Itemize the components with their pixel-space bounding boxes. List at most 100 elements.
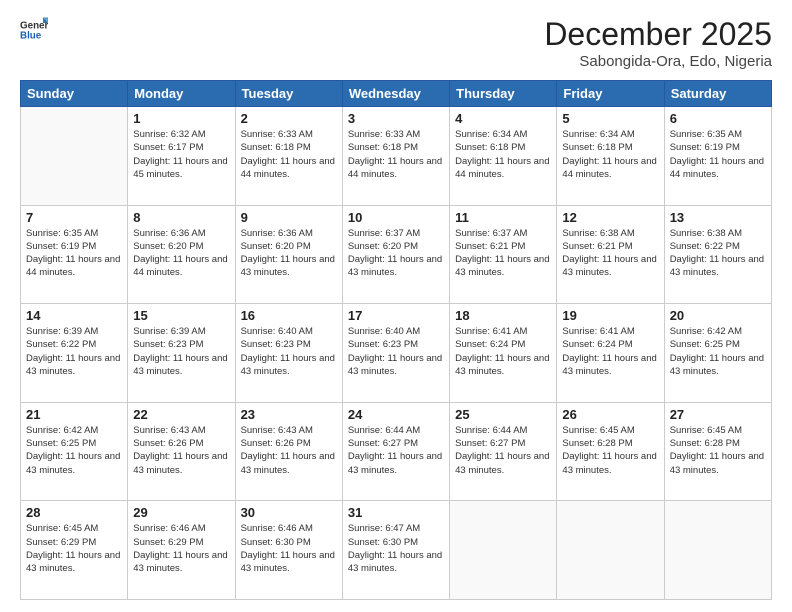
calendar-cell: 9 Sunrise: 6:36 AMSunset: 6:20 PMDaylight… (235, 205, 342, 304)
day-info: Sunrise: 6:43 AMSunset: 6:26 PMDaylight:… (241, 424, 337, 477)
calendar-cell: 10Sunrise: 6:37 AMSunset: 6:20 PMDayligh… (342, 205, 449, 304)
calendar-cell: 18 Sunrise: 6:41 AMSunset: 6:24 PMDayligh… (450, 304, 557, 403)
title-block: December 2025 Sabongida-Ora, Edo, Nigeri… (544, 16, 772, 70)
calendar-cell: 31 Sunrise: 6:47 AMSunset: 6:30 PMDayligh… (342, 501, 449, 600)
day-info: Sunrise: 6:41 AMSunset: 6:24 PMDaylight:… (455, 325, 551, 378)
calendar-cell: 5 Sunrise: 6:34 AMSunset: 6:18 PMDaylight… (557, 107, 664, 206)
calendar-cell (450, 501, 557, 600)
calendar-cell: 14Sunrise: 6:39 AMSunset: 6:22 PMDayligh… (21, 304, 128, 403)
day-info: Sunrise: 6:40 AMSunset: 6:23 PMDaylight:… (241, 325, 337, 378)
day-info: Sunrise: 6:40 AMSunset: 6:23 PMDaylight:… (348, 325, 444, 378)
calendar-cell: 8Sunrise: 6:36 AMSunset: 6:20 PMDaylight… (128, 205, 235, 304)
day-info: Sunrise: 6:36 AMSunset: 6:20 PMDaylight:… (241, 227, 337, 280)
day-info: Sunrise: 6:38 AMSunset: 6:22 PMDaylight:… (670, 227, 766, 280)
calendar-cell: 21 Sunrise: 6:42 AMSunset: 6:25 PMDayligh… (21, 402, 128, 501)
day-number: 6 (670, 111, 766, 126)
calendar-cell: 23Sunrise: 6:43 AMSunset: 6:26 PMDayligh… (235, 402, 342, 501)
weekday-header-saturday: Saturday (664, 81, 771, 107)
calendar-cell: 3Sunrise: 6:33 AMSunset: 6:18 PMDaylight… (342, 107, 449, 206)
calendar-cell: 29Sunrise: 6:46 AMSunset: 6:29 PMDayligh… (128, 501, 235, 600)
calendar-cell: 11 Sunrise: 6:37 AMSunset: 6:21 PMDayligh… (450, 205, 557, 304)
day-number: 7 (26, 210, 122, 225)
day-info: Sunrise: 6:43 AMSunset: 6:26 PMDaylight:… (133, 424, 229, 477)
calendar-cell: 30Sunrise: 6:46 AMSunset: 6:30 PMDayligh… (235, 501, 342, 600)
day-info: Sunrise: 6:33 AMSunset: 6:18 PMDaylight:… (348, 128, 444, 181)
day-info: Sunrise: 6:38 AMSunset: 6:21 PMDaylight:… (562, 227, 658, 280)
day-info: Sunrise: 6:33 AMSunset: 6:18 PMDaylight:… (241, 128, 337, 181)
calendar-cell (664, 501, 771, 600)
calendar-cell: 28Sunrise: 6:45 AMSunset: 6:29 PMDayligh… (21, 501, 128, 600)
day-number: 29 (133, 505, 229, 520)
day-number: 21 (26, 407, 122, 422)
weekday-header-tuesday: Tuesday (235, 81, 342, 107)
day-info: Sunrise: 6:45 AMSunset: 6:28 PMDaylight:… (670, 424, 766, 477)
day-info: Sunrise: 6:47 AMSunset: 6:30 PMDaylight:… (348, 522, 444, 575)
month-title: December 2025 (544, 16, 772, 53)
day-number: 16 (241, 308, 337, 323)
day-info: Sunrise: 6:37 AMSunset: 6:21 PMDaylight:… (455, 227, 551, 280)
calendar-cell: 6 Sunrise: 6:35 AMSunset: 6:19 PMDaylight… (664, 107, 771, 206)
day-number: 11 (455, 210, 551, 225)
calendar-cell: 26 Sunrise: 6:45 AMSunset: 6:28 PMDayligh… (557, 402, 664, 501)
calendar-cell: 16 Sunrise: 6:40 AMSunset: 6:23 PMDayligh… (235, 304, 342, 403)
day-number: 10 (348, 210, 444, 225)
day-info: Sunrise: 6:39 AMSunset: 6:23 PMDaylight:… (133, 325, 229, 378)
day-number: 17 (348, 308, 444, 323)
weekday-header-monday: Monday (128, 81, 235, 107)
day-number: 19 (562, 308, 658, 323)
day-number: 31 (348, 505, 444, 520)
day-info: Sunrise: 6:35 AMSunset: 6:19 PMDaylight:… (670, 128, 766, 181)
day-number: 24 (348, 407, 444, 422)
day-info: Sunrise: 6:41 AMSunset: 6:24 PMDaylight:… (562, 325, 658, 378)
calendar-cell: 1 Sunrise: 6:32 AMSunset: 6:17 PMDaylight… (128, 107, 235, 206)
calendar-cell: 15 Sunrise: 6:39 AMSunset: 6:23 PMDayligh… (128, 304, 235, 403)
day-number: 14 (26, 308, 122, 323)
day-info: Sunrise: 6:42 AMSunset: 6:25 PMDaylight:… (670, 325, 766, 378)
weekday-header-sunday: Sunday (21, 81, 128, 107)
weekday-header-friday: Friday (557, 81, 664, 107)
logo: General Blue (20, 16, 48, 44)
day-info: Sunrise: 6:45 AMSunset: 6:29 PMDaylight:… (26, 522, 122, 575)
day-info: Sunrise: 6:42 AMSunset: 6:25 PMDaylight:… (26, 424, 122, 477)
day-number: 20 (670, 308, 766, 323)
svg-text:Blue: Blue (20, 30, 42, 41)
day-number: 1 (133, 111, 229, 126)
day-info: Sunrise: 6:34 AMSunset: 6:18 PMDaylight:… (455, 128, 551, 181)
day-info: Sunrise: 6:32 AMSunset: 6:17 PMDaylight:… (133, 128, 229, 181)
calendar-cell: 17 Sunrise: 6:40 AMSunset: 6:23 PMDayligh… (342, 304, 449, 403)
day-number: 13 (670, 210, 766, 225)
day-number: 26 (562, 407, 658, 422)
day-number: 12 (562, 210, 658, 225)
day-number: 27 (670, 407, 766, 422)
calendar-cell (21, 107, 128, 206)
day-number: 15 (133, 308, 229, 323)
calendar-cell (557, 501, 664, 600)
calendar-cell: 4 Sunrise: 6:34 AMSunset: 6:18 PMDaylight… (450, 107, 557, 206)
day-number: 25 (455, 407, 551, 422)
day-number: 9 (241, 210, 337, 225)
day-number: 5 (562, 111, 658, 126)
calendar-cell: 27 Sunrise: 6:45 AMSunset: 6:28 PMDayligh… (664, 402, 771, 501)
day-info: Sunrise: 6:34 AMSunset: 6:18 PMDaylight:… (562, 128, 658, 181)
calendar-cell: 19 Sunrise: 6:41 AMSunset: 6:24 PMDayligh… (557, 304, 664, 403)
weekday-header-wednesday: Wednesday (342, 81, 449, 107)
day-info: Sunrise: 6:46 AMSunset: 6:30 PMDaylight:… (241, 522, 337, 575)
day-info: Sunrise: 6:45 AMSunset: 6:28 PMDaylight:… (562, 424, 658, 477)
day-number: 18 (455, 308, 551, 323)
calendar-table: SundayMondayTuesdayWednesdayThursdayFrid… (20, 80, 772, 600)
weekday-header-thursday: Thursday (450, 81, 557, 107)
generalblue-logo-icon: General Blue (20, 16, 48, 44)
day-info: Sunrise: 6:44 AMSunset: 6:27 PMDaylight:… (348, 424, 444, 477)
day-number: 2 (241, 111, 337, 126)
day-number: 4 (455, 111, 551, 126)
calendar-cell: 25 Sunrise: 6:44 AMSunset: 6:27 PMDayligh… (450, 402, 557, 501)
calendar-cell: 13 Sunrise: 6:38 AMSunset: 6:22 PMDayligh… (664, 205, 771, 304)
calendar-cell: 24 Sunrise: 6:44 AMSunset: 6:27 PMDayligh… (342, 402, 449, 501)
day-info: Sunrise: 6:44 AMSunset: 6:27 PMDaylight:… (455, 424, 551, 477)
calendar-cell: 2 Sunrise: 6:33 AMSunset: 6:18 PMDaylight… (235, 107, 342, 206)
day-info: Sunrise: 6:35 AMSunset: 6:19 PMDaylight:… (26, 227, 122, 280)
location: Sabongida-Ora, Edo, Nigeria (544, 53, 772, 70)
calendar-cell: 20 Sunrise: 6:42 AMSunset: 6:25 PMDayligh… (664, 304, 771, 403)
calendar-cell: 12 Sunrise: 6:38 AMSunset: 6:21 PMDayligh… (557, 205, 664, 304)
day-number: 22 (133, 407, 229, 422)
